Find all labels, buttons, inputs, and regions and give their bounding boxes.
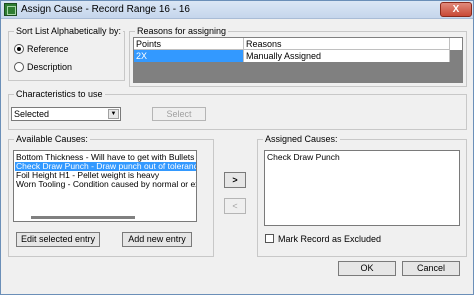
add-to-assigned-button[interactable]: > [224,172,246,188]
remove-from-assigned-button[interactable]: < [224,198,246,214]
assigned-causes-label: Assigned Causes: [263,134,340,144]
app-icon [4,3,17,16]
mark-excluded-checkbox[interactable] [265,234,274,243]
reasons-column-header[interactable]: Reasons [244,38,450,50]
cancel-button[interactable]: Cancel [402,261,460,276]
sort-by-description-radio[interactable] [14,62,24,72]
title-bar: Assign Cause - Record Range 16 - 16 X [1,1,473,19]
characteristics-selected-value: Selected [14,109,50,119]
select-button[interactable]: Select [152,107,206,121]
points-column-header[interactable]: Points [134,38,244,50]
assigned-causes-list[interactable]: Check Draw Punch [264,150,460,226]
ok-button[interactable]: OK [338,261,396,276]
assign-cause-dialog: Assign Cause - Record Range 16 - 16 X So… [0,0,474,295]
reasons-grid-header: Points Reasons [134,38,462,50]
characteristics-dropdown[interactable]: Selected ▼ [11,107,121,121]
sort-by-reference-radio[interactable] [14,44,24,54]
available-cause-item[interactable]: Worn Tooling - Condition caused by norma… [15,180,196,189]
row-reason-cell[interactable]: Manually Assigned [244,50,450,62]
reasons-grid[interactable]: Points Reasons 2X Manually Assigned [133,37,463,83]
sort-by-description-label[interactable]: Description [27,62,72,72]
assigned-cause-item[interactable]: Check Draw Punch [266,153,340,162]
sort-group-label: Sort List Alphabetically by: [14,26,124,36]
horizontal-scrollbar[interactable] [31,216,135,219]
edit-selected-entry-button[interactable]: Edit selected entry [16,232,100,247]
chevron-down-icon[interactable]: ▼ [108,109,119,119]
mark-excluded-label[interactable]: Mark Record as Excluded [278,234,381,244]
available-causes-list[interactable]: Bottom Thickness - Will have to get with… [13,150,197,222]
available-causes-label: Available Causes: [14,134,90,144]
reasons-grid-row[interactable]: 2X Manually Assigned [134,50,462,62]
reasons-group-label: Reasons for assigning [135,26,229,36]
close-button[interactable]: X [440,2,472,17]
sort-group: Sort List Alphabetically by: [8,26,125,81]
characteristics-group-label: Characteristics to use [14,89,105,99]
sort-by-reference-label[interactable]: Reference [27,44,69,54]
row-points-cell[interactable]: 2X [134,50,244,62]
add-new-entry-button[interactable]: Add new entry [122,232,192,247]
window-title: Assign Cause - Record Range 16 - 16 [21,4,190,15]
